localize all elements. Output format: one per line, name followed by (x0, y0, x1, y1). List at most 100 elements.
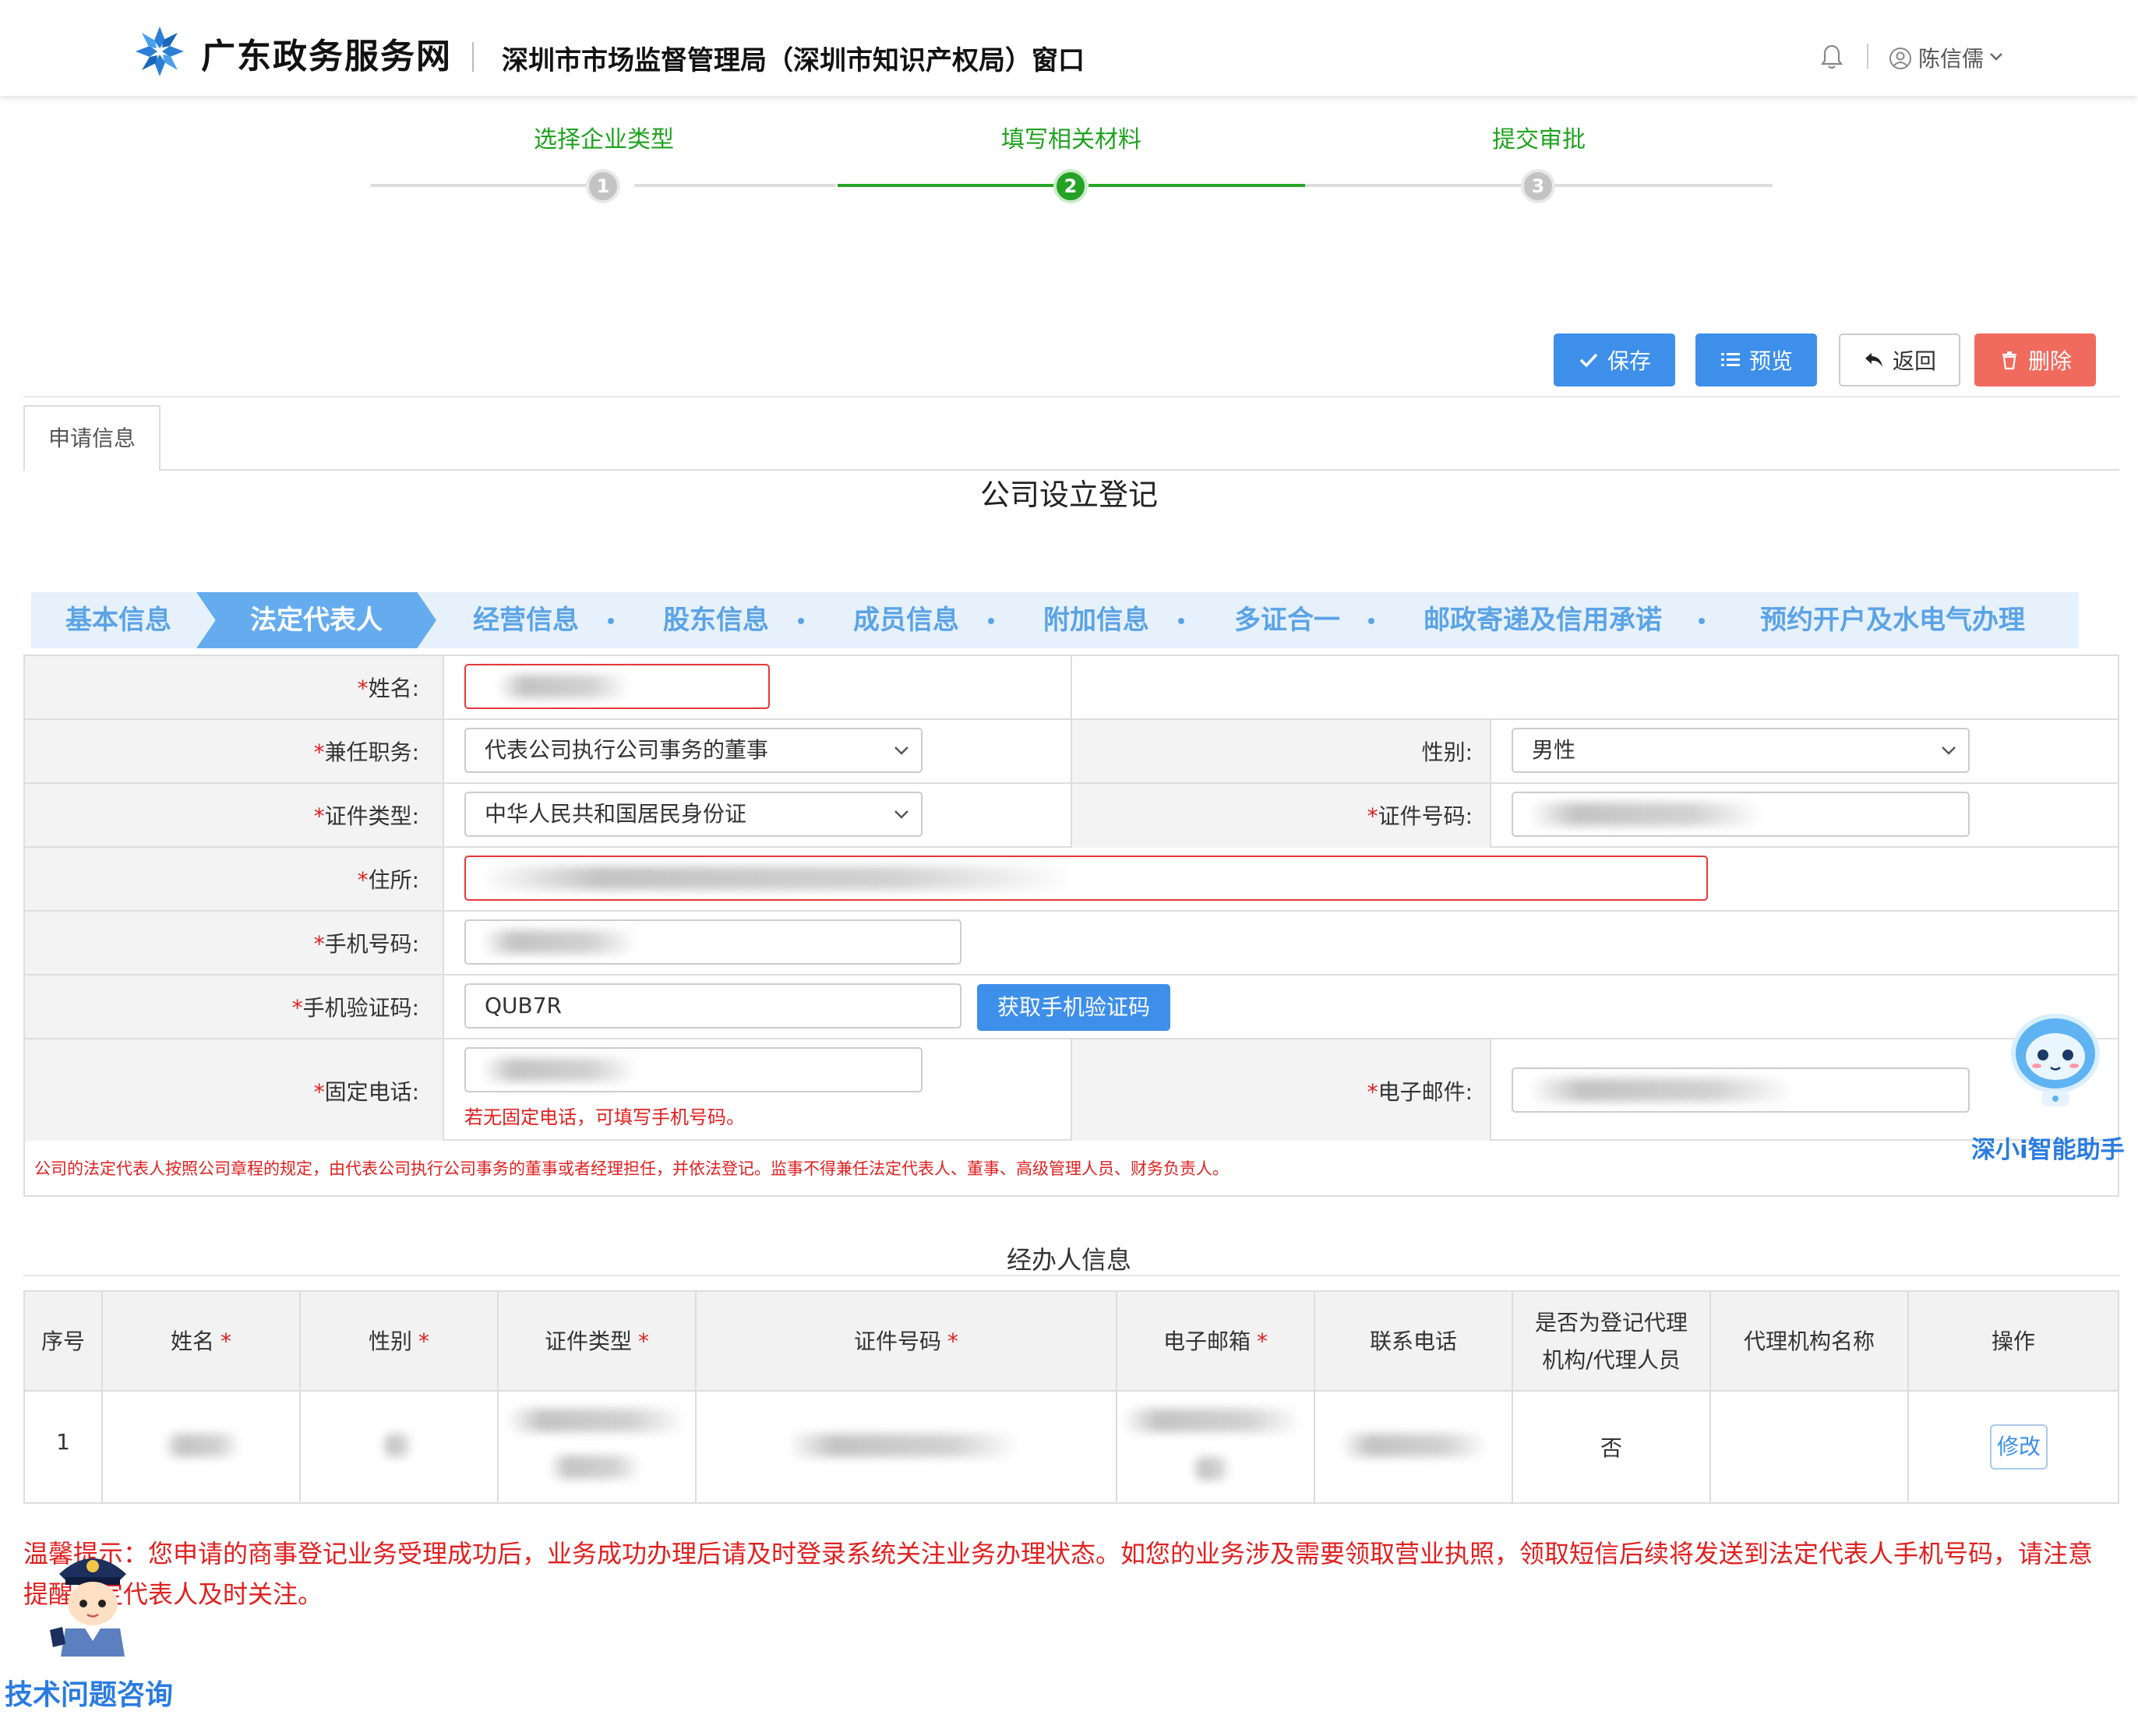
step-label-2: 填写相关材料 (1001, 126, 1141, 153)
cell-border (25, 782, 444, 784)
preview-button-label: 预览 (1748, 348, 1793, 374)
step-line-active (838, 184, 1070, 187)
assistant-label[interactable]: 深小i智能助手 (1971, 1130, 2125, 1165)
step-line (371, 184, 603, 187)
top-header: 广东政务服务网 深圳市市场监督管理局（深圳市知识产权局）窗口 陈信儒 (0, 0, 2138, 96)
email-label: *电子邮件: (1367, 1079, 1473, 1105)
edit-agent-button[interactable]: 修改 (1990, 1424, 2048, 1470)
step-dot-2: 2 (1053, 169, 1088, 203)
cell-border (25, 846, 444, 848)
section-tab-bank-utilities[interactable]: 预约开户及水电气办理 (1717, 592, 2068, 648)
section-tab-basic[interactable]: 基本信息 (31, 592, 206, 648)
gender-select-value: 男性 (1532, 737, 1576, 763)
sms-code-input[interactable]: QUB7R (464, 983, 961, 1029)
cell-border (1072, 782, 1491, 784)
duty-select[interactable]: 代表公司执行公司事务的董事 (464, 728, 923, 773)
label-column (25, 656, 444, 1141)
preview-button[interactable]: 预览 (1695, 333, 1817, 386)
address-label: *住所: (357, 867, 419, 893)
bell-icon[interactable] (1820, 44, 1843, 70)
redacted-phone (1340, 1434, 1488, 1457)
cell-border (1071, 720, 1072, 848)
name-input[interactable] (464, 664, 770, 709)
user-name[interactable]: 陈信儒 (1918, 42, 1984, 73)
robot-assistant-icon[interactable] (2004, 1010, 2107, 1111)
step-label-1: 选择企业类型 (534, 126, 674, 153)
cell-border (25, 718, 444, 720)
toolbar-divider (23, 396, 2119, 397)
cell-border (1071, 1039, 1072, 1141)
police-support-icon[interactable] (42, 1543, 143, 1660)
mobile-input[interactable] (464, 919, 961, 965)
form-title: 公司设立登记 (979, 478, 1158, 512)
gender-select[interactable]: 男性 (1512, 728, 1970, 773)
gender-label: 性别: (1421, 739, 1473, 765)
id-type-select[interactable]: 中华人民共和国居民身份证 (464, 792, 923, 837)
check-icon (1579, 353, 1598, 368)
user-divider (1867, 44, 1868, 69)
required-mark: * (291, 995, 303, 1021)
required-mark: * (313, 931, 325, 957)
back-button[interactable]: 返回 (1839, 333, 1960, 386)
support-label[interactable]: 技术问题咨询 (5, 1672, 173, 1713)
landline-label: *固定电话: (313, 1079, 419, 1105)
required-mark: * (357, 676, 369, 701)
redacted-id-type (506, 1409, 686, 1432)
address-input[interactable] (464, 856, 1708, 901)
table-cell-is-agent: 否 (1600, 1435, 1622, 1461)
id-type-label: *证件类型: (313, 803, 419, 829)
step-line (634, 184, 835, 187)
col-header-action: 操作 (1991, 1328, 2035, 1354)
id-number-input[interactable] (1512, 792, 1970, 837)
user-icon[interactable] (1889, 47, 1912, 70)
get-sms-code-button[interactable]: 获取手机验证码 (977, 984, 1170, 1031)
chevron-down-icon (894, 746, 908, 755)
step-line-active (1088, 184, 1305, 187)
required-mark: * (1367, 1079, 1378, 1105)
col-header-phone: 联系电话 (1369, 1328, 1457, 1354)
chevron-down-icon (894, 810, 908, 819)
legal-rep-note: 公司的法定代表人按照公司章程的规定，由代表公司执行公司事务的董事或者经理担任，并… (34, 1159, 1229, 1178)
cell-border (25, 910, 444, 912)
col-header-email: 电子邮箱 * (1162, 1328, 1268, 1354)
section-tab-business[interactable]: 经营信息 (436, 592, 616, 648)
section-tab-shareholders[interactable]: 股东信息 (626, 592, 806, 648)
section-tab-additional[interactable]: 附加信息 (1007, 592, 1186, 648)
landline-input[interactable] (464, 1047, 923, 1092)
section-tab-legal-rep[interactable]: 法定代表人 (196, 592, 436, 648)
chevron-down-icon[interactable] (1988, 51, 2004, 62)
email-input[interactable] (1512, 1067, 1970, 1113)
redacted-id-number (787, 1434, 1021, 1457)
redacted-id-type (549, 1455, 642, 1479)
id-number-label: *证件号码: (1367, 803, 1473, 829)
separator-dot (988, 618, 994, 624)
delete-button-label: 删除 (2027, 348, 2072, 374)
col-header-is-agent: 是否为登记代理 机构/代理人员 (1534, 1310, 1688, 1373)
save-button-label: 保存 (1607, 348, 1651, 374)
landline-hint: 若无固定电话，可填写手机号码。 (464, 1106, 745, 1128)
col-header-gender: 性别 * (368, 1328, 429, 1354)
cell-border (25, 1038, 444, 1039)
tab-application-info[interactable]: 申请信息 (23, 405, 161, 471)
mobile-label: *手机号码: (313, 931, 419, 957)
redacted-gender (382, 1434, 413, 1457)
section-tab-postal-credit[interactable]: 邮政寄递及信用承诺 (1387, 592, 1699, 648)
table-cell-seq: 1 (56, 1428, 70, 1455)
site-logo-icon[interactable] (134, 25, 185, 78)
step-line (1305, 184, 1522, 187)
section-tab-members[interactable]: 成员信息 (817, 592, 996, 648)
delete-button[interactable]: 删除 (1974, 333, 2096, 386)
required-mark: * (313, 1079, 325, 1105)
section-tab-multi-cert[interactable]: 多证合一 (1197, 592, 1378, 648)
warm-notice: 温馨提示：您申请的商事登记业务受理成功后，业务成功办理后请及时登录系统关注业务办… (23, 1539, 2094, 1609)
trash-icon (2002, 351, 2016, 370)
redacted-email (1122, 1409, 1301, 1432)
required-mark: * (357, 867, 369, 893)
separator-dot (1368, 618, 1374, 624)
duty-label: *兼任职务: (313, 739, 419, 765)
chevron-down-icon (1942, 746, 1956, 755)
save-button[interactable]: 保存 (1554, 333, 1675, 386)
window-title: 深圳市市场监督管理局（深圳市知识产权局）窗口 (502, 45, 1085, 76)
site-name[interactable]: 广东政务服务网 (201, 28, 452, 78)
col-header-agency-name: 代理机构名称 (1743, 1328, 1875, 1354)
